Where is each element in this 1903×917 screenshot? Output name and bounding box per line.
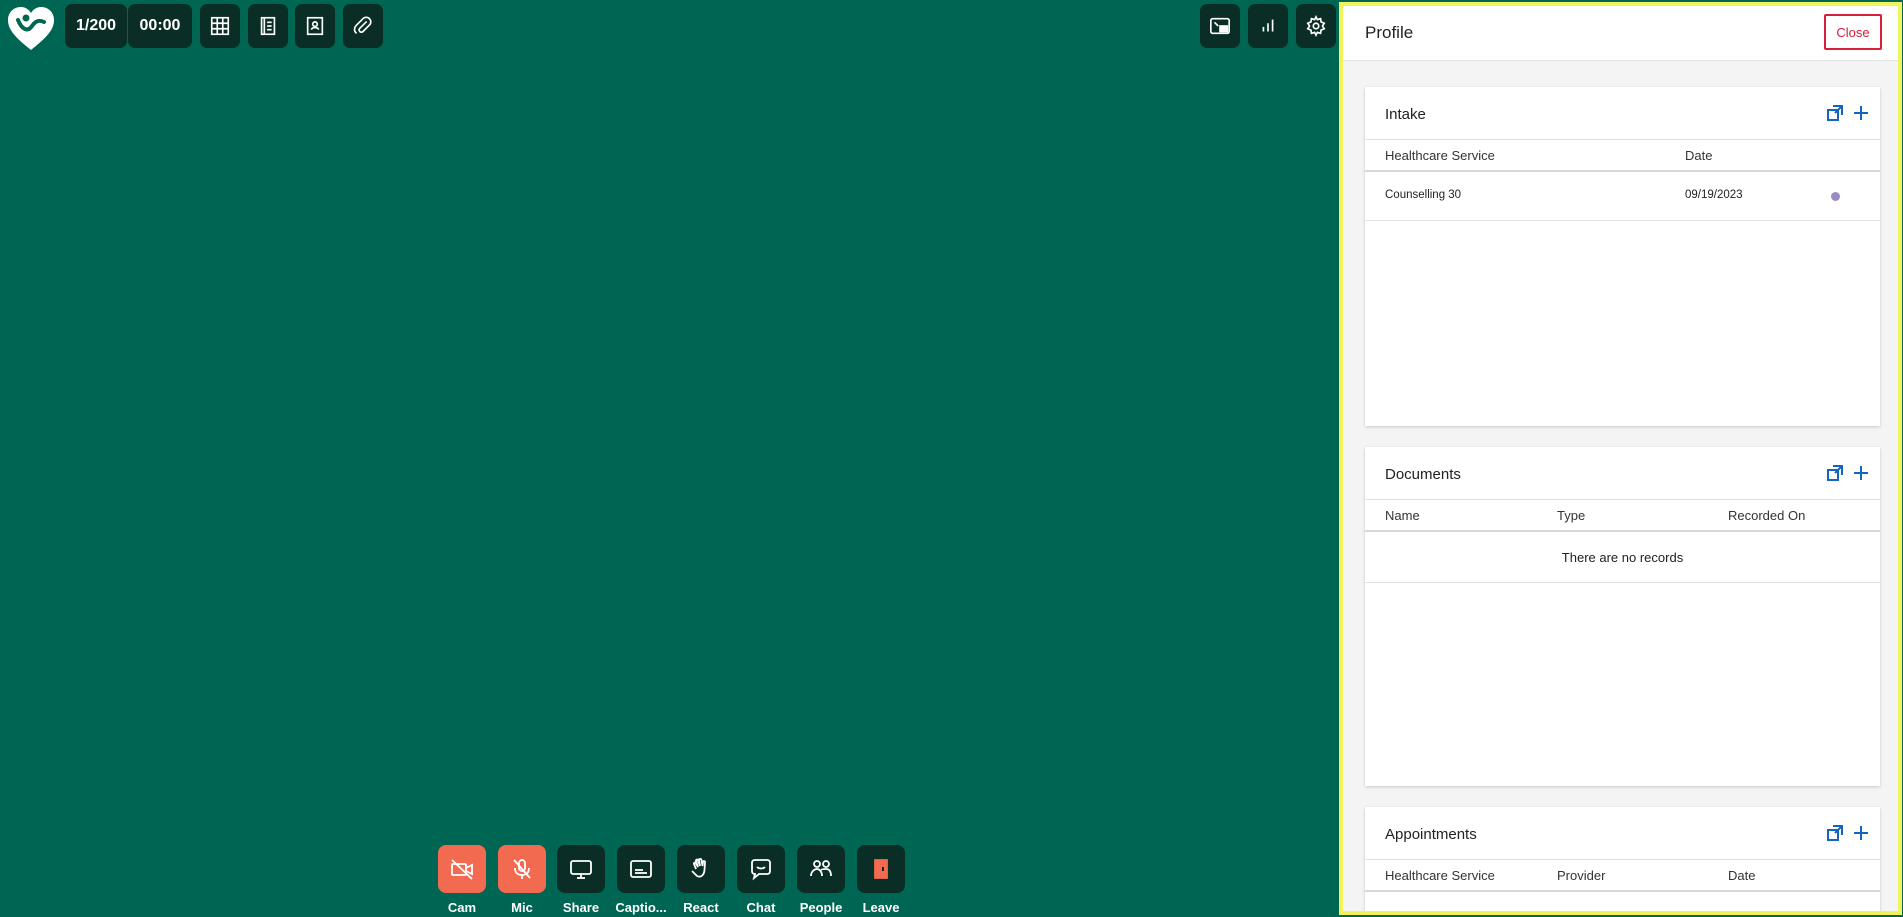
column-header: Date [1685, 148, 1713, 163]
profile-title: Profile [1365, 23, 1414, 42]
profile-body: Intake Healthcare Service Date Counselli… [1343, 61, 1898, 911]
close-button[interactable]: Close [1824, 14, 1882, 50]
appointments-title: Appointments [1385, 826, 1477, 843]
captions-icon [630, 860, 652, 878]
appointments-card: Appointments Healthcare Service Provider… [1365, 807, 1880, 911]
notes-button[interactable] [248, 4, 288, 48]
paperclip-icon [353, 16, 372, 35]
column-header: Name [1385, 508, 1420, 523]
hand-wave-icon [691, 857, 706, 878]
appointments-table-header: Healthcare Service Provider Date [1365, 860, 1880, 892]
attachment-button[interactable] [343, 4, 383, 48]
empty-message: There are no records [1365, 532, 1880, 583]
chat-label: Chat [746, 900, 776, 915]
chat-icon [751, 859, 771, 881]
column-header: Date [1728, 868, 1756, 883]
people-label: People [799, 900, 843, 915]
column-header: Provider [1557, 868, 1606, 883]
stats-button[interactable] [1248, 4, 1288, 48]
chat-button[interactable] [737, 845, 785, 893]
camera-off-icon [451, 859, 473, 880]
intake-open-button[interactable] [1826, 104, 1844, 122]
plus-icon [1854, 466, 1868, 480]
people-button[interactable] [797, 845, 845, 893]
grid-icon [210, 16, 230, 36]
table-row[interactable]: Counselling 30 09/19/2023 [1365, 172, 1880, 221]
contact-card-button[interactable] [295, 4, 335, 48]
open-external-icon [1827, 825, 1843, 841]
open-external-icon [1827, 465, 1843, 481]
profile-panel: Profile Close Intake Healthcare Service … [1339, 2, 1902, 915]
intake-title: Intake [1385, 106, 1426, 123]
mic-label: Mic [511, 900, 533, 915]
camera-toggle-button[interactable] [438, 845, 486, 893]
share-label: Share [562, 900, 600, 915]
profile-header: Profile Close [1343, 6, 1898, 61]
notes-icon [260, 16, 276, 36]
participant-count: 1/200 [65, 4, 127, 48]
column-header: Recorded On [1728, 508, 1806, 523]
appointments-open-button[interactable] [1826, 824, 1844, 842]
react-label: React [683, 900, 719, 915]
captions-label: Captio... [615, 900, 667, 915]
column-header: Type [1557, 508, 1586, 523]
open-external-icon [1827, 105, 1843, 121]
door-exit-icon [874, 859, 888, 879]
documents-card: Documents Name Type Recorded On There ar… [1365, 447, 1880, 786]
service-cell: Counselling 30 [1385, 189, 1462, 201]
captions-button[interactable] [617, 845, 665, 893]
gear-icon [1306, 15, 1326, 37]
plus-icon [1854, 106, 1868, 120]
app-logo [6, 6, 56, 52]
mic-toggle-button[interactable] [498, 845, 546, 893]
people-icon [810, 860, 832, 877]
leave-label: Leave [862, 900, 900, 915]
intake-add-button[interactable] [1852, 104, 1870, 122]
share-screen-button[interactable] [557, 845, 605, 893]
status-dot [1831, 192, 1840, 201]
documents-table-header: Name Type Recorded On [1365, 500, 1880, 532]
picture-in-picture-button[interactable] [1200, 4, 1240, 48]
react-button[interactable] [677, 845, 725, 893]
documents-title: Documents [1385, 466, 1461, 483]
column-header: Healthcare Service [1385, 148, 1495, 163]
settings-button[interactable] [1296, 4, 1336, 48]
documents-add-button[interactable] [1852, 464, 1870, 482]
column-header: Healthcare Service [1385, 868, 1495, 883]
intake-card: Intake Healthcare Service Date Counselli… [1365, 87, 1880, 426]
date-cell: 09/19/2023 [1685, 189, 1743, 201]
leave-button[interactable] [857, 845, 905, 893]
documents-open-button[interactable] [1826, 464, 1844, 482]
meeting-timer: 00:00 [128, 4, 192, 48]
contact-card-icon [306, 16, 324, 36]
plus-icon [1854, 826, 1868, 840]
intake-table-header: Healthcare Service Date [1365, 140, 1880, 172]
mic-off-icon [513, 859, 531, 879]
monitor-icon [570, 860, 592, 879]
bar-chart-icon [1262, 19, 1274, 32]
camera-label: Cam [447, 900, 477, 915]
grid-view-button[interactable] [200, 4, 240, 48]
appointments-add-button[interactable] [1852, 824, 1870, 842]
picture-in-picture-icon [1210, 17, 1230, 35]
